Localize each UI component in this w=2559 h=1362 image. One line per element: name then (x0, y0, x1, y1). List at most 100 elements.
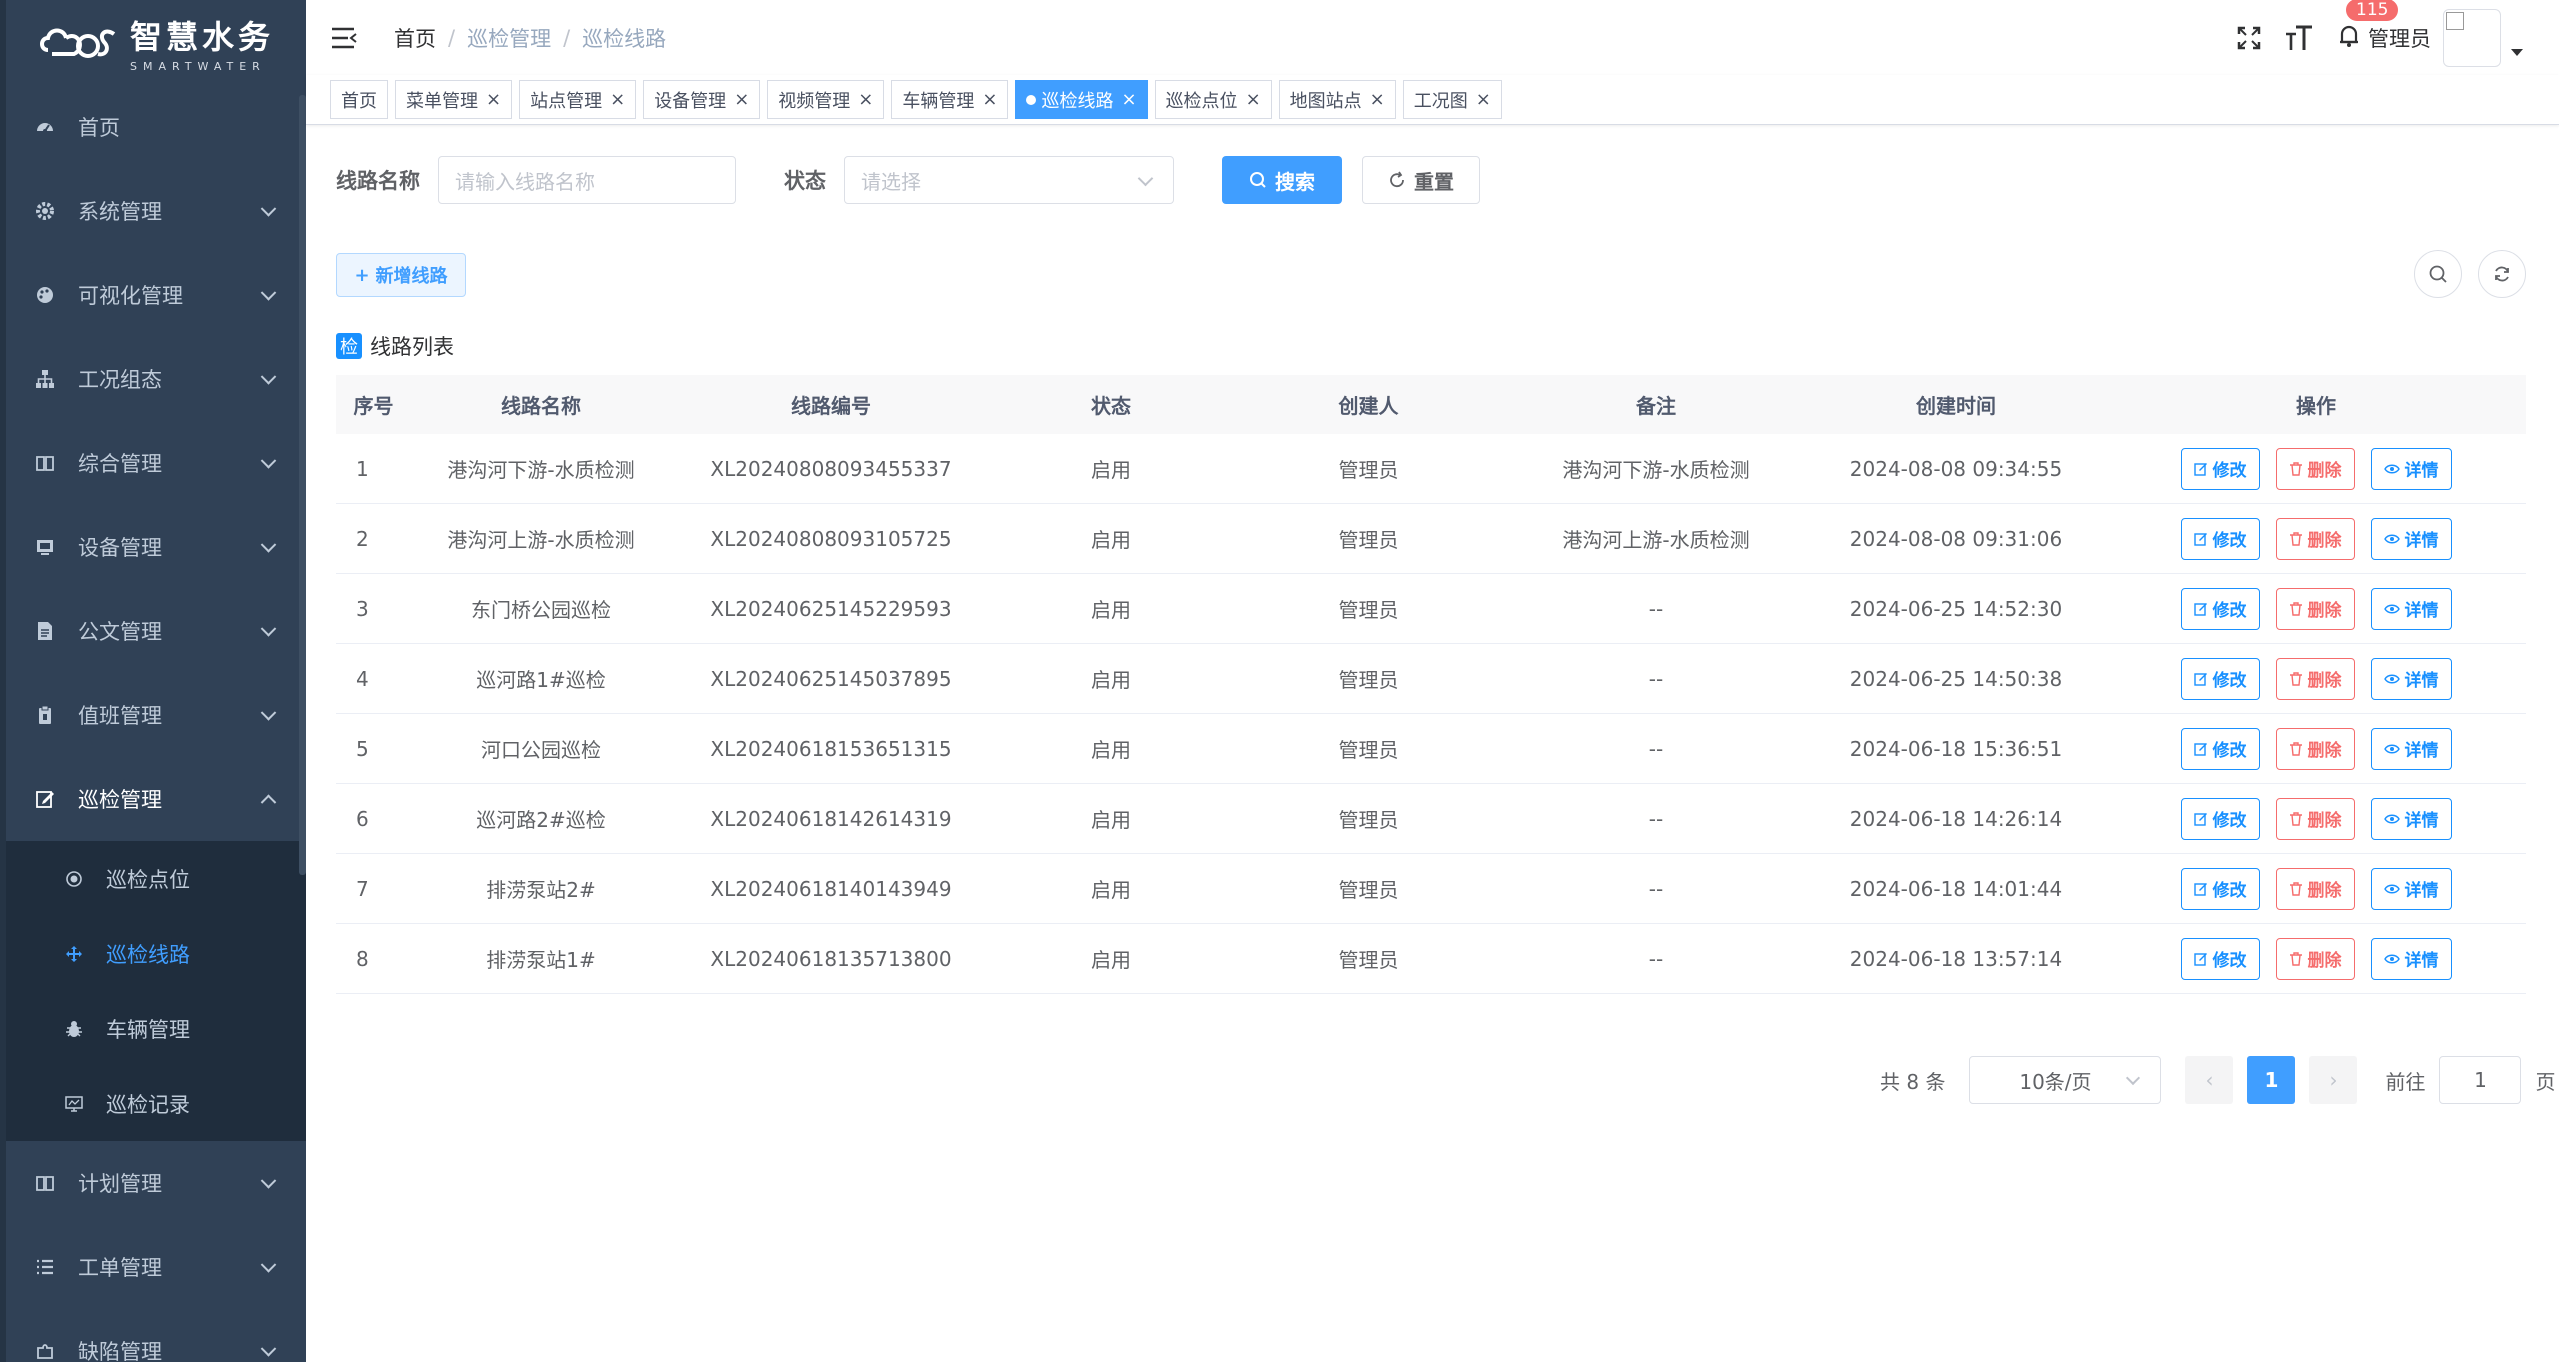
fullscreen-icon[interactable] (2232, 21, 2266, 55)
edit-button[interactable]: 修改 (2180, 797, 2260, 840)
sidebar-item-home[interactable]: 首页 (0, 85, 306, 169)
sidebar-item-plan[interactable]: 计划管理 (0, 1141, 306, 1225)
sidebar-item-inspection-point[interactable]: 巡检点位 (0, 841, 306, 916)
menu-toggle-icon[interactable] (330, 26, 358, 50)
edit-button[interactable]: 修改 (2180, 727, 2260, 770)
tag-9[interactable]: 工况图 × (1402, 80, 1502, 119)
detail-button[interactable]: 详情 (2370, 657, 2452, 700)
close-icon[interactable]: × (858, 89, 873, 110)
goto-page-input[interactable]: 1 (2439, 1056, 2522, 1104)
table-row: 7 排涝泵站2# XL20240618140143949 启用 管理员 -- 2024-06… (336, 854, 2526, 924)
toggle-search-button[interactable] (2414, 250, 2462, 298)
next-page-button[interactable]: › (2309, 1056, 2358, 1104)
logo[interactable]: 智慧水务 SMARTWATER (0, 0, 306, 85)
sidebar-item-inspection-record[interactable]: 巡检记录 (0, 1066, 306, 1141)
refresh-table-button[interactable] (2478, 250, 2526, 298)
cell-creator: 管理员 (1338, 948, 1399, 972)
edit-button[interactable]: 修改 (2180, 517, 2260, 560)
caret-down-icon[interactable] (2511, 49, 2523, 56)
delete-button[interactable]: 删除 (2275, 587, 2355, 630)
detail-button[interactable]: 详情 (2370, 797, 2452, 840)
tag-4[interactable]: 视频管理 × (767, 80, 885, 119)
font-size-icon[interactable] (2282, 21, 2316, 55)
route-name-input[interactable]: 请输入线路名称 (438, 156, 736, 204)
tag-7[interactable]: 巡检点位 × (1154, 80, 1272, 119)
close-icon[interactable]: × (610, 89, 625, 110)
page-number-current[interactable]: 1 (2247, 1056, 2296, 1104)
page-size-select[interactable]: 10条/页 (1969, 1056, 2162, 1104)
document-icon (34, 620, 56, 642)
prev-page-button[interactable]: ‹ (2185, 1056, 2234, 1104)
detail-button[interactable]: 详情 (2370, 867, 2452, 910)
sidebar-item-label: 综合管理 (78, 452, 162, 476)
detail-button-label: 详情 (2404, 881, 2439, 901)
edit-button[interactable]: 修改 (2180, 657, 2260, 700)
sidebar-item-workorder[interactable]: 工单管理 (0, 1225, 306, 1309)
search-icon (2428, 264, 2448, 284)
sidebar-item-official-doc[interactable]: 公文管理 (0, 589, 306, 673)
delete-button[interactable]: 删除 (2275, 517, 2355, 560)
close-icon[interactable]: × (734, 89, 749, 110)
sidebar-item-label: 值班管理 (78, 704, 162, 728)
sidebar-item-inspection-route[interactable]: 巡检线路 (0, 916, 306, 991)
sidebar-item-inspection[interactable]: 巡检管理 (0, 757, 306, 841)
tag-3[interactable]: 设备管理 × (643, 80, 761, 119)
edit-button-label: 修改 (2212, 461, 2247, 481)
close-icon[interactable]: × (1476, 89, 1491, 110)
delete-button-label: 删除 (2307, 671, 2342, 691)
sidebar-item-label: 巡检线路 (106, 942, 190, 967)
add-route-label: 新增线路 (375, 266, 448, 287)
tag-0[interactable]: 首页 (330, 80, 388, 119)
sidebar-item-vehicle[interactable]: 车辆管理 (0, 991, 306, 1066)
sidebar-item-general[interactable]: 综合管理 (0, 421, 306, 505)
detail-button[interactable]: 详情 (2370, 727, 2452, 770)
search-button[interactable]: 搜索 (1222, 156, 1342, 204)
sidebar-item-defect[interactable]: 缺陷管理 (0, 1309, 306, 1362)
reset-button[interactable]: 重置 (1362, 156, 1480, 204)
cell-creator: 管理员 (1338, 738, 1399, 762)
tag-2[interactable]: 站点管理 × (519, 80, 637, 119)
sidebar-item-system[interactable]: 系统管理 (0, 169, 306, 253)
close-icon[interactable]: × (982, 89, 997, 110)
sidebar-item-device[interactable]: 设备管理 (0, 505, 306, 589)
tag-5[interactable]: 车辆管理 × (891, 80, 1009, 119)
edit-icon (2193, 952, 2208, 966)
add-route-button[interactable]: + 新增线路 (336, 253, 466, 297)
sidebar-item-duty[interactable]: 值班管理 (0, 673, 306, 757)
tag-label: 站点管理 (530, 90, 603, 112)
notification-bell[interactable]: 115 管理员 (2338, 0, 2431, 53)
close-icon[interactable]: × (1246, 89, 1261, 110)
delete-button[interactable]: 删除 (2275, 447, 2355, 490)
column-header: 创建时间 (1916, 394, 1996, 418)
tag-8[interactable]: 地图站点 × (1278, 80, 1396, 119)
delete-button-label: 删除 (2307, 461, 2342, 481)
delete-button[interactable]: 删除 (2275, 797, 2355, 840)
sidebar-item-visual[interactable]: 可视化管理 (0, 253, 306, 337)
detail-button[interactable]: 详情 (2370, 587, 2452, 630)
breadcrumb-home[interactable]: 首页 (394, 23, 436, 53)
close-icon[interactable]: × (1121, 89, 1136, 110)
user-name[interactable]: 管理员 (2368, 23, 2431, 53)
cell-code: XL20240618142614319 (710, 806, 952, 831)
avatar[interactable] (2443, 8, 2501, 67)
edit-button[interactable]: 修改 (2180, 587, 2260, 630)
tag-label: 工况图 (1413, 90, 1468, 112)
delete-button[interactable]: 删除 (2275, 867, 2355, 910)
tag-1[interactable]: 菜单管理 × (395, 80, 513, 119)
detail-button[interactable]: 详情 (2370, 517, 2452, 560)
sidebar-item-condition[interactable]: 工况组态 (0, 337, 306, 421)
delete-button[interactable]: 删除 (2275, 727, 2355, 770)
delete-button[interactable]: 删除 (2275, 937, 2355, 980)
delete-button[interactable]: 删除 (2275, 657, 2355, 700)
detail-button[interactable]: 详情 (2370, 937, 2452, 980)
status-select[interactable]: 请选择 (844, 156, 1174, 204)
edit-button[interactable]: 修改 (2180, 867, 2260, 910)
tag-6[interactable]: 巡检线路 × (1015, 80, 1148, 119)
close-icon[interactable]: × (1370, 89, 1385, 110)
edit-button[interactable]: 修改 (2180, 937, 2260, 980)
detail-button[interactable]: 详情 (2370, 447, 2452, 490)
table-row: 3 东门桥公园巡检 XL20240625145229593 启用 管理员 -- 2024-0… (336, 574, 2526, 644)
close-icon[interactable]: × (486, 89, 501, 110)
edit-button[interactable]: 修改 (2180, 447, 2260, 490)
cell-no: 2 (356, 526, 369, 551)
